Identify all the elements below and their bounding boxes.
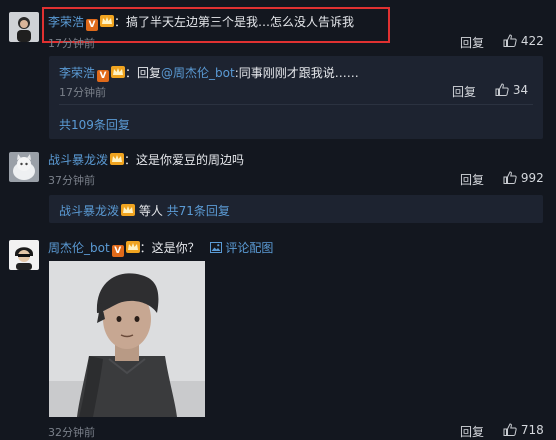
like-count: 992 <box>520 171 544 185</box>
mention-link[interactable]: @周杰伦_bot <box>161 66 235 80</box>
reply-button[interactable]: 回复 <box>452 83 476 100</box>
image-link[interactable]: 评论配图 <box>209 241 273 255</box>
like-button[interactable]: 34 <box>495 83 528 97</box>
summary-text: 等人 <box>135 204 167 218</box>
crown-icon <box>121 204 136 216</box>
reply-button[interactable]: 回复 <box>460 171 484 188</box>
reply-divider <box>59 104 533 105</box>
like-count: 34 <box>512 83 529 97</box>
more-replies-link[interactable]: 共71条回复 <box>167 204 230 218</box>
thumbs-up-icon <box>495 83 509 96</box>
timestamp: 17分钟前 <box>48 37 95 50</box>
username-link[interactable]: 战斗暴龙泼 <box>48 153 108 167</box>
avatar[interactable] <box>9 152 39 182</box>
comment-line: 周杰伦_bot V ：这是你？ 评论配图 <box>48 239 273 257</box>
verified-icon: V <box>111 245 124 257</box>
reply-summary-line: 战斗暴龙泼 等人 共71条回复 <box>59 202 230 219</box>
reply-text: :同事刚刚才跟我说…… <box>234 66 359 80</box>
username-link[interactable]: 周杰伦_bot <box>48 241 110 255</box>
timestamp: 37分钟前 <box>48 174 95 187</box>
reply-button[interactable]: 回复 <box>460 34 484 51</box>
more-replies-link[interactable]: 共109条回复 <box>59 116 130 133</box>
comment-text: ：这是你爱豆的周边吗 <box>124 153 245 167</box>
timestamp: 32分钟前 <box>48 426 95 439</box>
sub-reply-line: 李荣浩 V ：回复@周杰伦_bot:同事刚刚才跟我说…… <box>59 64 359 82</box>
like-button[interactable]: 718 <box>503 423 544 437</box>
comment-image[interactable] <box>49 261 205 417</box>
like-count: 718 <box>520 423 544 437</box>
avatar[interactable] <box>9 240 39 270</box>
verified-icon: V <box>97 70 110 82</box>
username-link[interactable]: 战斗暴龙泼 <box>59 204 119 218</box>
username-link[interactable]: 李荣浩 <box>59 66 95 80</box>
image-icon <box>209 242 222 253</box>
timestamp: 17分钟前 <box>59 86 106 99</box>
thumbs-up-icon <box>503 171 517 184</box>
crown-icon <box>125 241 140 253</box>
like-count: 422 <box>520 34 544 48</box>
like-button[interactable]: 992 <box>503 171 544 185</box>
crown-icon <box>110 153 125 165</box>
avatar[interactable] <box>9 12 39 42</box>
like-button[interactable]: 422 <box>503 34 544 48</box>
comment-text: ：这是你？ <box>139 241 200 255</box>
reply-prefix: ：回复 <box>125 66 162 80</box>
crown-icon <box>111 66 126 78</box>
reply-button[interactable]: 回复 <box>460 423 484 440</box>
comment-line: 战斗暴龙泼 ：这是你爱豆的周边吗 <box>48 151 244 168</box>
thumbs-up-icon <box>503 34 517 47</box>
thumbs-up-icon <box>503 423 517 436</box>
